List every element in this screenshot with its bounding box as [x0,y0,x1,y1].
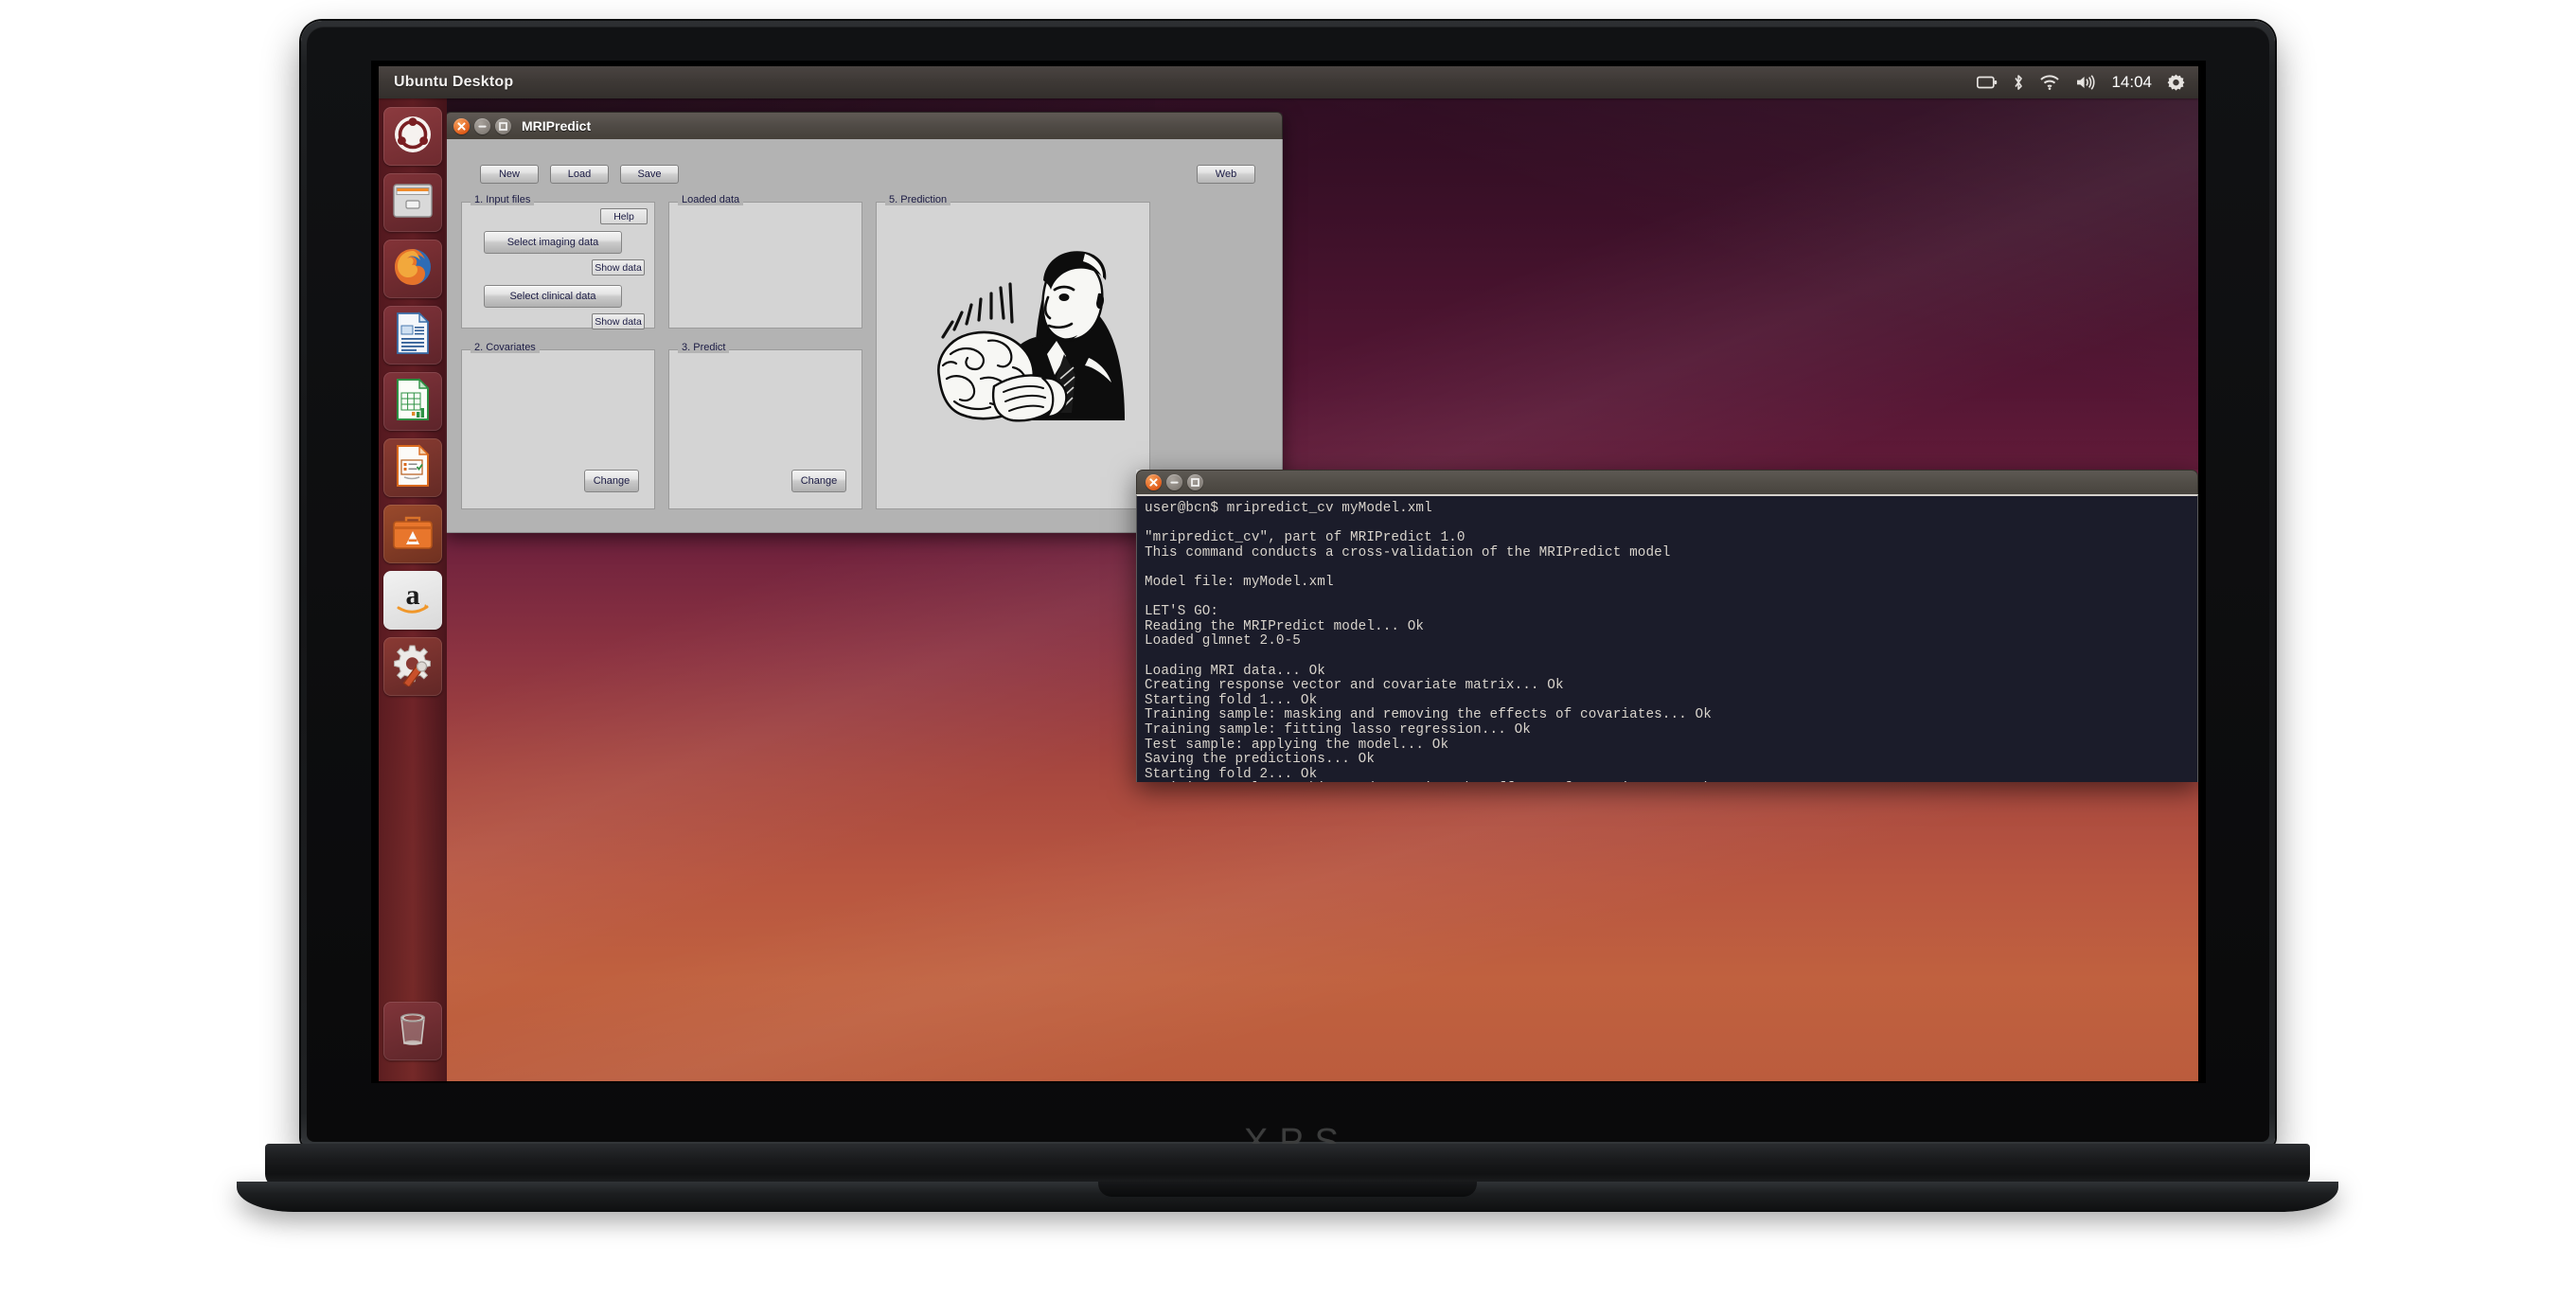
terminal-line [1141,650,2197,665]
close-icon[interactable] [453,118,470,134]
covariates-group: 2. Covariates Change [461,349,655,509]
volume-icon[interactable] [2075,75,2096,90]
save-button[interactable]: Save [620,165,679,184]
terminal-window-controls [1146,474,1203,490]
web-button[interactable]: Web [1197,165,1255,184]
file-manager-icon [391,181,435,225]
launcher-item-files-manager[interactable] [383,173,442,232]
show-imaging-data-button[interactable]: Show data [592,259,645,276]
laptop-scene: Ubuntu Desktop [0,0,2576,1299]
ubuntu-logo-icon [392,114,434,160]
unity-launcher: a [379,98,447,1081]
new-button[interactable]: New [480,165,539,184]
amazon-icon: a [390,578,435,623]
spreadsheet-calc-icon [394,378,432,426]
input-files-group: 1. Input files Help Select imaging data … [461,202,655,329]
terminal-line: Model file: myModel.xml [1141,576,2197,591]
firefox-icon [391,245,435,294]
launcher-item-trash[interactable] [383,1002,442,1060]
terminal-line: Reading the MRIPredict model... Ok [1141,620,2197,635]
show-clinical-data-button[interactable]: Show data [592,313,645,329]
loaded-data-group-label: Loaded data [678,194,743,205]
terminal-titlebar[interactable] [1136,470,2198,494]
terminal-line: LET'S GO: [1141,605,2197,620]
terminal-line: Test sample: applying the model... Ok [1141,738,2197,754]
clock[interactable]: 14:04 [2111,73,2152,92]
battery-icon[interactable] [1977,76,1998,89]
terminal-line: Loading MRI data... Ok [1141,665,2197,680]
maximize-icon[interactable] [495,118,511,134]
svg-text:a: a [406,579,420,611]
select-clinical-data-button[interactable]: Select clinical data [484,285,622,308]
window-title: MRIPredict [522,118,591,133]
minimize-icon[interactable] [1166,474,1182,490]
input-files-group-label: 1. Input files [471,194,534,205]
gear-icon[interactable] [2167,74,2185,92]
terminal-line [1141,591,2197,606]
prediction-group-label: 5. Prediction [885,194,950,205]
laptop-latch-notch [1098,1182,1477,1197]
terminal-line: user@bcn$ mripredict_cv myModel.xml [1141,502,2197,517]
terminal-line: Training sample: fitting lasso regressio… [1141,723,2197,738]
close-icon[interactable] [1146,474,1162,490]
predict-group-label: 3. Predict [678,342,729,353]
launcher-item-ubuntu-software-center[interactable] [383,505,442,563]
terminal-window[interactable]: user@bcn$ mripredict_cv myModel.xml "mri… [1136,470,2198,782]
covariates-group-label: 2. Covariates [471,342,540,353]
launcher-item-amazon[interactable]: a [383,571,442,630]
terminal-line: Saving the predictions... Ok [1141,753,2197,768]
bluetooth-icon[interactable] [2013,74,2024,91]
system-tray: 14:04 [1977,73,2198,92]
software-center-icon [392,513,434,556]
terminal-output[interactable]: user@bcn$ mripredict_cv myModel.xml "mri… [1136,494,2198,782]
terminal-line: Starting fold 1... Ok [1141,694,2197,709]
presentation-impress-icon [394,444,432,492]
maximize-icon[interactable] [1187,474,1203,490]
covariates-change-button[interactable]: Change [584,470,639,492]
window-controls [453,118,511,134]
mripredict-titlebar[interactable]: MRIPredict [445,112,1283,139]
terminal-line: Starting fold 2... Ok [1141,768,2197,782]
loaded-data-group: Loaded data [668,202,862,329]
terminal-line: Loaded glmnet 2.0-5 [1141,634,2197,650]
man-holding-brain-illustration [922,235,1146,424]
wifi-icon[interactable] [2039,75,2060,90]
terminal-line: Training sample: masking and removing th… [1141,708,2197,723]
terminal-line [1141,517,2197,532]
load-button[interactable]: Load [550,165,609,184]
launcher-item-system-settings[interactable] [383,637,442,696]
terminal-line: "mripredict_cv", part of MRIPredict 1.0 [1141,531,2197,546]
settings-gear-wrench-icon [391,643,435,691]
ubuntu-top-panel: Ubuntu Desktop [379,66,2198,98]
launcher-item-ubuntu-dash-home[interactable] [383,107,442,166]
predict-group: 3. Predict Change [668,349,862,509]
terminal-line: This command conducts a cross-validation… [1141,546,2197,561]
panel-title[interactable]: Ubuntu Desktop [394,74,513,91]
terminal-line [1141,561,2197,576]
launcher-item-libreoffice-writer[interactable] [383,306,442,365]
select-imaging-data-button[interactable]: Select imaging data [484,231,622,254]
minimize-icon[interactable] [474,118,490,134]
launcher-item-firefox-browser[interactable] [383,240,442,298]
document-writer-icon [394,311,432,360]
terminal-line: Creating response vector and covariate m… [1141,679,2197,694]
predict-change-button[interactable]: Change [791,470,846,492]
launcher-item-libreoffice-impress[interactable] [383,438,442,497]
help-button[interactable]: Help [600,208,648,224]
trash-icon [393,1009,433,1054]
prediction-group: 5. Prediction [876,202,1150,509]
launcher-item-libreoffice-calc[interactable] [383,372,442,431]
desktop-screen: Ubuntu Desktop [379,66,2198,1081]
